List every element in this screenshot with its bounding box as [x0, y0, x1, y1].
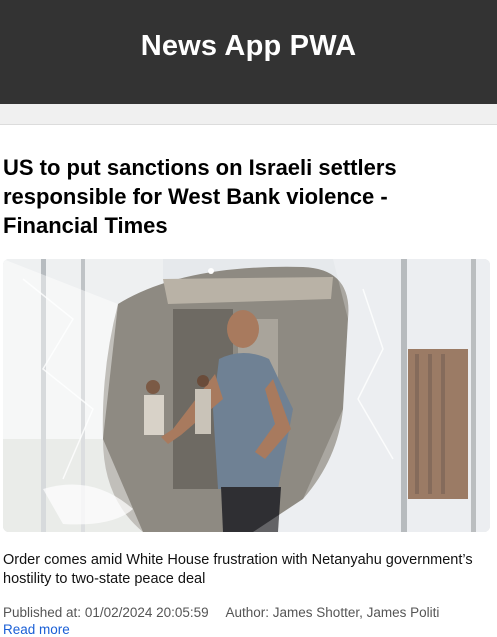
- header-divider-bar: [0, 104, 497, 125]
- app-title: News App PWA: [140, 29, 357, 62]
- app-header: News App PWA: [0, 0, 497, 104]
- article-description: Order comes amid White House frustration…: [3, 552, 473, 587]
- published-label: Published at:: [3, 605, 82, 620]
- author-names: James Shotter, James Politi: [272, 605, 440, 620]
- article-headline: US to put sanctions on Israeli settlers …: [3, 155, 397, 238]
- read-more-link[interactable]: Read more: [3, 622, 70, 637]
- published-date: 01/02/2024 20:05:59: [84, 605, 209, 620]
- article-meta: Published at: 01/02/2024 20:05:59 Author…: [3, 605, 493, 620]
- article-image: [3, 259, 490, 532]
- article-photo-illustration: [3, 259, 490, 532]
- author-label: Author:: [225, 605, 270, 620]
